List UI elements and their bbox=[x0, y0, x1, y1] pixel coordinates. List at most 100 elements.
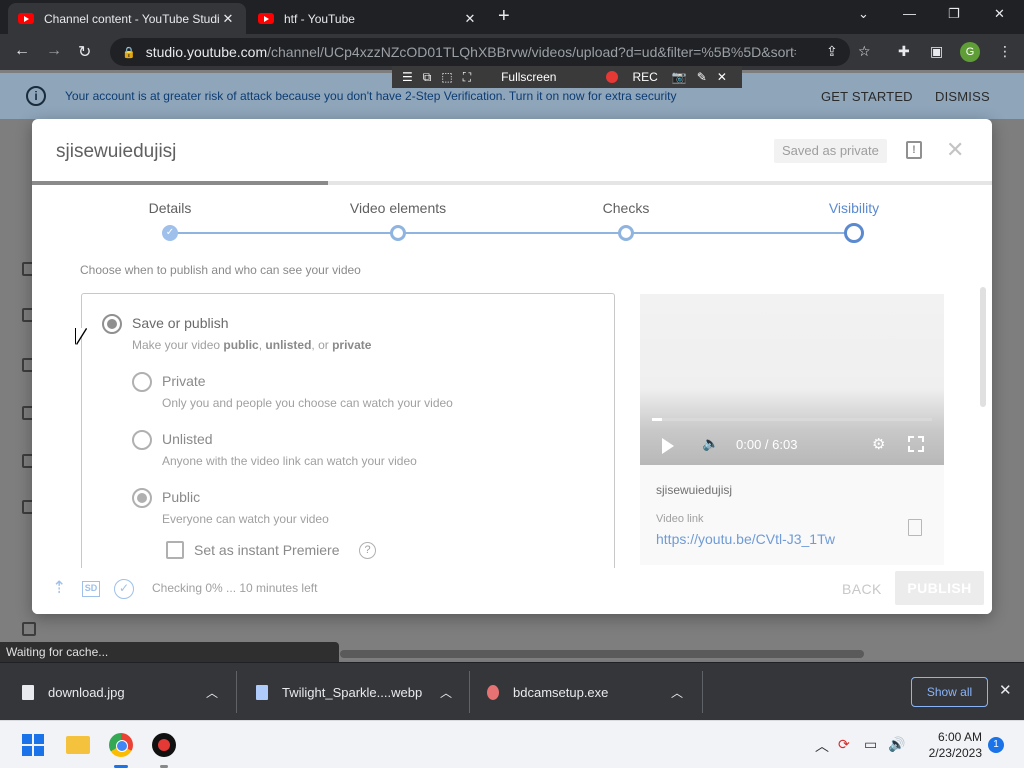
seek-bar[interactable] bbox=[652, 418, 932, 421]
restore-icon[interactable]: ❐ bbox=[948, 6, 960, 22]
bandicam-icon[interactable] bbox=[152, 733, 176, 757]
save-or-publish-desc: Make your video public, unlisted, or pri… bbox=[132, 338, 372, 352]
crop-icon[interactable]: ⛶ bbox=[463, 70, 471, 85]
record-dot-icon bbox=[606, 71, 619, 83]
public-radio[interactable] bbox=[132, 488, 152, 508]
status-bar: Waiting for cache... bbox=[0, 642, 339, 662]
checks-icon[interactable]: ✓ bbox=[114, 579, 134, 599]
close-downloads-icon[interactable]: ✕ bbox=[999, 681, 1012, 699]
download-item[interactable]: download.jpg ︿ bbox=[22, 663, 232, 721]
back-button[interactable]: BACK bbox=[842, 581, 882, 597]
profile-avatar[interactable]: G bbox=[960, 42, 980, 62]
youtube-icon bbox=[18, 13, 34, 24]
chrome-icon[interactable] bbox=[109, 733, 133, 757]
show-all-button[interactable]: Show all bbox=[911, 677, 988, 707]
forward-arrow-icon[interactable]: → bbox=[46, 42, 62, 60]
step-checks-label[interactable]: Checks bbox=[603, 200, 650, 216]
close-window-icon[interactable]: ✕ bbox=[994, 6, 1005, 22]
download-item[interactable]: Twilight_Sparkle....webp ︿ bbox=[256, 663, 466, 721]
tab-title: Channel content - YouTube Studio bbox=[44, 11, 220, 26]
chevron-up-icon[interactable]: ︿ bbox=[440, 684, 452, 701]
notification-badge[interactable]: 1 bbox=[988, 737, 1004, 753]
chevron-up-icon[interactable]: ︿ bbox=[206, 684, 218, 701]
system-clock[interactable]: 6:00 AM 2/23/2023 bbox=[910, 729, 982, 761]
step-done-check-icon[interactable]: ✓ bbox=[162, 225, 178, 241]
sd-icon[interactable]: SD bbox=[82, 581, 100, 597]
seek-handle[interactable] bbox=[652, 418, 662, 421]
chevron-up-icon[interactable]: ︿ bbox=[815, 736, 829, 756]
pencil-icon[interactable]: ✎ bbox=[697, 70, 707, 84]
instant-premiere-checkbox[interactable] bbox=[166, 541, 184, 559]
rec-button[interactable]: REC bbox=[596, 70, 658, 84]
copy-icon[interactable] bbox=[908, 519, 922, 536]
share-icon[interactable]: ⇪ bbox=[826, 43, 838, 60]
image-file-icon bbox=[256, 684, 268, 700]
video-filename: sjisewuiedujisj bbox=[656, 483, 733, 497]
unlisted-desc: Anyone with the video link can watch you… bbox=[162, 454, 417, 468]
unlisted-radio[interactable] bbox=[132, 430, 152, 450]
speaker-icon[interactable]: 🔊 bbox=[888, 736, 905, 753]
network-icon[interactable]: ▭ bbox=[864, 736, 877, 753]
volume-icon[interactable]: 🔈 bbox=[702, 435, 719, 452]
back-arrow-icon[interactable]: ← bbox=[14, 42, 30, 60]
region-icon[interactable]: ⬚ bbox=[441, 70, 452, 84]
fullscreen-icon[interactable] bbox=[908, 436, 924, 452]
reload-icon[interactable]: ↻ bbox=[78, 42, 91, 62]
address-bar[interactable]: 🔒 studio.youtube.com/channel/UCp4xzzNZcO… bbox=[110, 38, 850, 66]
minimize-icon[interactable]: — bbox=[903, 6, 916, 21]
download-filename: download.jpg bbox=[48, 684, 125, 700]
menu-icon[interactable]: ☰ bbox=[402, 70, 413, 84]
step-visibility-dot[interactable] bbox=[844, 223, 864, 243]
menu-kebab-icon[interactable]: ⋮ bbox=[998, 43, 1012, 60]
camera-icon[interactable]: 📷 bbox=[672, 70, 687, 84]
info-icon: i bbox=[26, 86, 46, 106]
save-or-publish-radio[interactable] bbox=[102, 314, 122, 334]
window-icon[interactable]: ⧉ bbox=[423, 70, 432, 85]
dialog-title: sjisewuiedujisj bbox=[56, 141, 177, 162]
video-link[interactable]: https://youtu.be/CVtl-J3_1Tw bbox=[656, 531, 835, 547]
url-path: /channel/UCp4xzzNZcOD01TLQhXBBrvw/videos… bbox=[267, 44, 796, 60]
get-started-button[interactable]: GET STARTED bbox=[821, 89, 913, 104]
report-icon[interactable]: ! bbox=[906, 141, 922, 159]
side-panel-icon[interactable]: ▣ bbox=[930, 43, 943, 60]
dialog-scrollbar[interactable] bbox=[980, 287, 986, 407]
close-tab-icon[interactable]: ✕ bbox=[220, 11, 236, 27]
fullscreen-label[interactable]: Fullscreen bbox=[501, 70, 556, 84]
step-visibility-label[interactable]: Visibility bbox=[829, 200, 879, 216]
gear-icon[interactable]: ⚙ bbox=[872, 435, 885, 453]
banner-message: Your account is at greater risk of attac… bbox=[65, 89, 677, 103]
step-video-elements-label[interactable]: Video elements bbox=[350, 200, 446, 216]
help-icon[interactable]: ? bbox=[359, 542, 376, 559]
close-tab-icon[interactable]: ✕ bbox=[462, 11, 478, 27]
feedback-icon[interactable] bbox=[22, 622, 36, 636]
publish-button[interactable]: PUBLISH bbox=[895, 571, 984, 605]
dismiss-button[interactable]: DISMISS bbox=[935, 89, 990, 104]
bookmark-star-icon[interactable]: ☆ bbox=[858, 43, 871, 60]
tab-htf-youtube[interactable]: htf - YouTube ✕ bbox=[248, 3, 488, 34]
close-icon[interactable]: ✕ bbox=[717, 70, 727, 84]
video-preview-player[interactable]: 🔈 0:00 / 6:03 ⚙ bbox=[640, 294, 944, 465]
step-video-elements-dot[interactable] bbox=[390, 225, 406, 241]
page-horizontal-scrollbar[interactable] bbox=[340, 650, 864, 658]
play-icon[interactable] bbox=[662, 438, 674, 454]
step-details-label[interactable]: Details bbox=[149, 200, 192, 216]
chevron-up-icon[interactable]: ︿ bbox=[671, 684, 683, 701]
extensions-icon[interactable]: ✚ bbox=[898, 43, 910, 60]
private-title: Private bbox=[162, 373, 206, 389]
tab-channel-content[interactable]: Channel content - YouTube Studio ✕ bbox=[8, 3, 246, 34]
upload-icon[interactable]: ⇡ bbox=[52, 578, 66, 598]
youtube-icon bbox=[258, 13, 274, 24]
close-dialog-icon[interactable]: ✕ bbox=[946, 137, 964, 163]
windows-start-icon[interactable] bbox=[22, 734, 44, 756]
sync-icon[interactable]: ⟳ bbox=[838, 736, 850, 753]
private-radio[interactable] bbox=[132, 372, 152, 392]
download-item[interactable]: bdcamsetup.exe ︿ bbox=[487, 663, 697, 721]
divider bbox=[236, 671, 237, 713]
public-desc: Everyone can watch your video bbox=[162, 512, 329, 526]
step-checks-dot[interactable] bbox=[618, 225, 634, 241]
file-explorer-icon[interactable] bbox=[66, 736, 90, 754]
video-link-label: Video link bbox=[656, 513, 704, 525]
private-desc: Only you and people you choose can watch… bbox=[162, 396, 453, 410]
tab-search-icon[interactable]: ⌄ bbox=[858, 6, 869, 22]
new-tab-icon[interactable]: + bbox=[498, 5, 510, 28]
